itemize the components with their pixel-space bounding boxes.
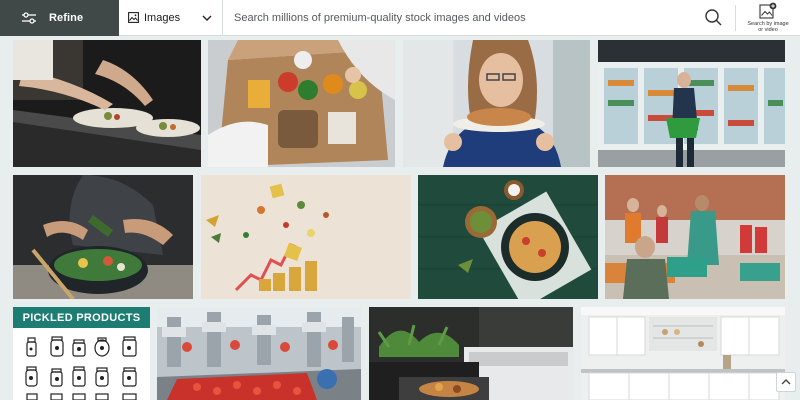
supermarket-freezer-image bbox=[598, 40, 785, 167]
image-tile-chefs-plating[interactable] bbox=[13, 40, 201, 167]
oven-food-image bbox=[369, 307, 573, 400]
image-tile-supermarket-freezer[interactable] bbox=[598, 40, 785, 167]
search-input[interactable] bbox=[223, 0, 699, 36]
visual-search-label: Search by image or video bbox=[747, 21, 789, 33]
chevron-down-icon bbox=[202, 15, 212, 21]
woman-bread-image bbox=[403, 40, 590, 167]
salad-bowl-image bbox=[13, 175, 193, 299]
jar-icons-grid bbox=[25, 336, 137, 400]
chevron-up-icon bbox=[781, 379, 791, 385]
media-type-dropdown[interactable]: Images bbox=[119, 0, 223, 36]
image-tile-pasta-table[interactable] bbox=[418, 175, 598, 299]
food-bank-image bbox=[605, 175, 785, 299]
factory-line-image bbox=[157, 307, 361, 400]
scroll-to-top-button[interactable] bbox=[776, 372, 796, 392]
image-tile-woman-bread[interactable] bbox=[403, 40, 590, 167]
pasta-table-image bbox=[418, 175, 598, 299]
white-kitchen-image bbox=[581, 307, 785, 400]
grocery-box-image bbox=[208, 40, 395, 167]
image-tile-grocery-box[interactable] bbox=[208, 40, 395, 167]
sliders-icon bbox=[22, 11, 36, 24]
refine-button[interactable]: Refine bbox=[0, 0, 119, 36]
coins-food-chart-image bbox=[201, 175, 411, 299]
image-tile-coins-food-chart[interactable] bbox=[201, 175, 411, 299]
image-tile-pickled-products[interactable]: PICKLED PRODUCTS bbox=[13, 307, 150, 400]
image-tile-factory-line[interactable] bbox=[157, 307, 361, 400]
search-icon bbox=[704, 9, 722, 26]
chefs-plating-image bbox=[13, 40, 201, 167]
image-tile-oven-food[interactable] bbox=[369, 307, 573, 400]
image-tile-salad-bowl[interactable] bbox=[13, 175, 193, 299]
image-tile-white-kitchen[interactable] bbox=[581, 307, 785, 400]
image-tile-food-bank[interactable] bbox=[605, 175, 785, 299]
search-button[interactable] bbox=[699, 0, 727, 36]
search-toolbar: Refine Images Search by image or video bbox=[0, 0, 800, 36]
visual-search-button[interactable]: Search by image or video bbox=[736, 0, 800, 36]
refine-label: Refine bbox=[49, 11, 84, 24]
pickled-products-banner: PICKLED PRODUCTS bbox=[13, 307, 150, 328]
image-icon bbox=[128, 12, 139, 23]
media-type-label: Images bbox=[144, 11, 181, 24]
camera-plus-icon bbox=[759, 2, 777, 19]
